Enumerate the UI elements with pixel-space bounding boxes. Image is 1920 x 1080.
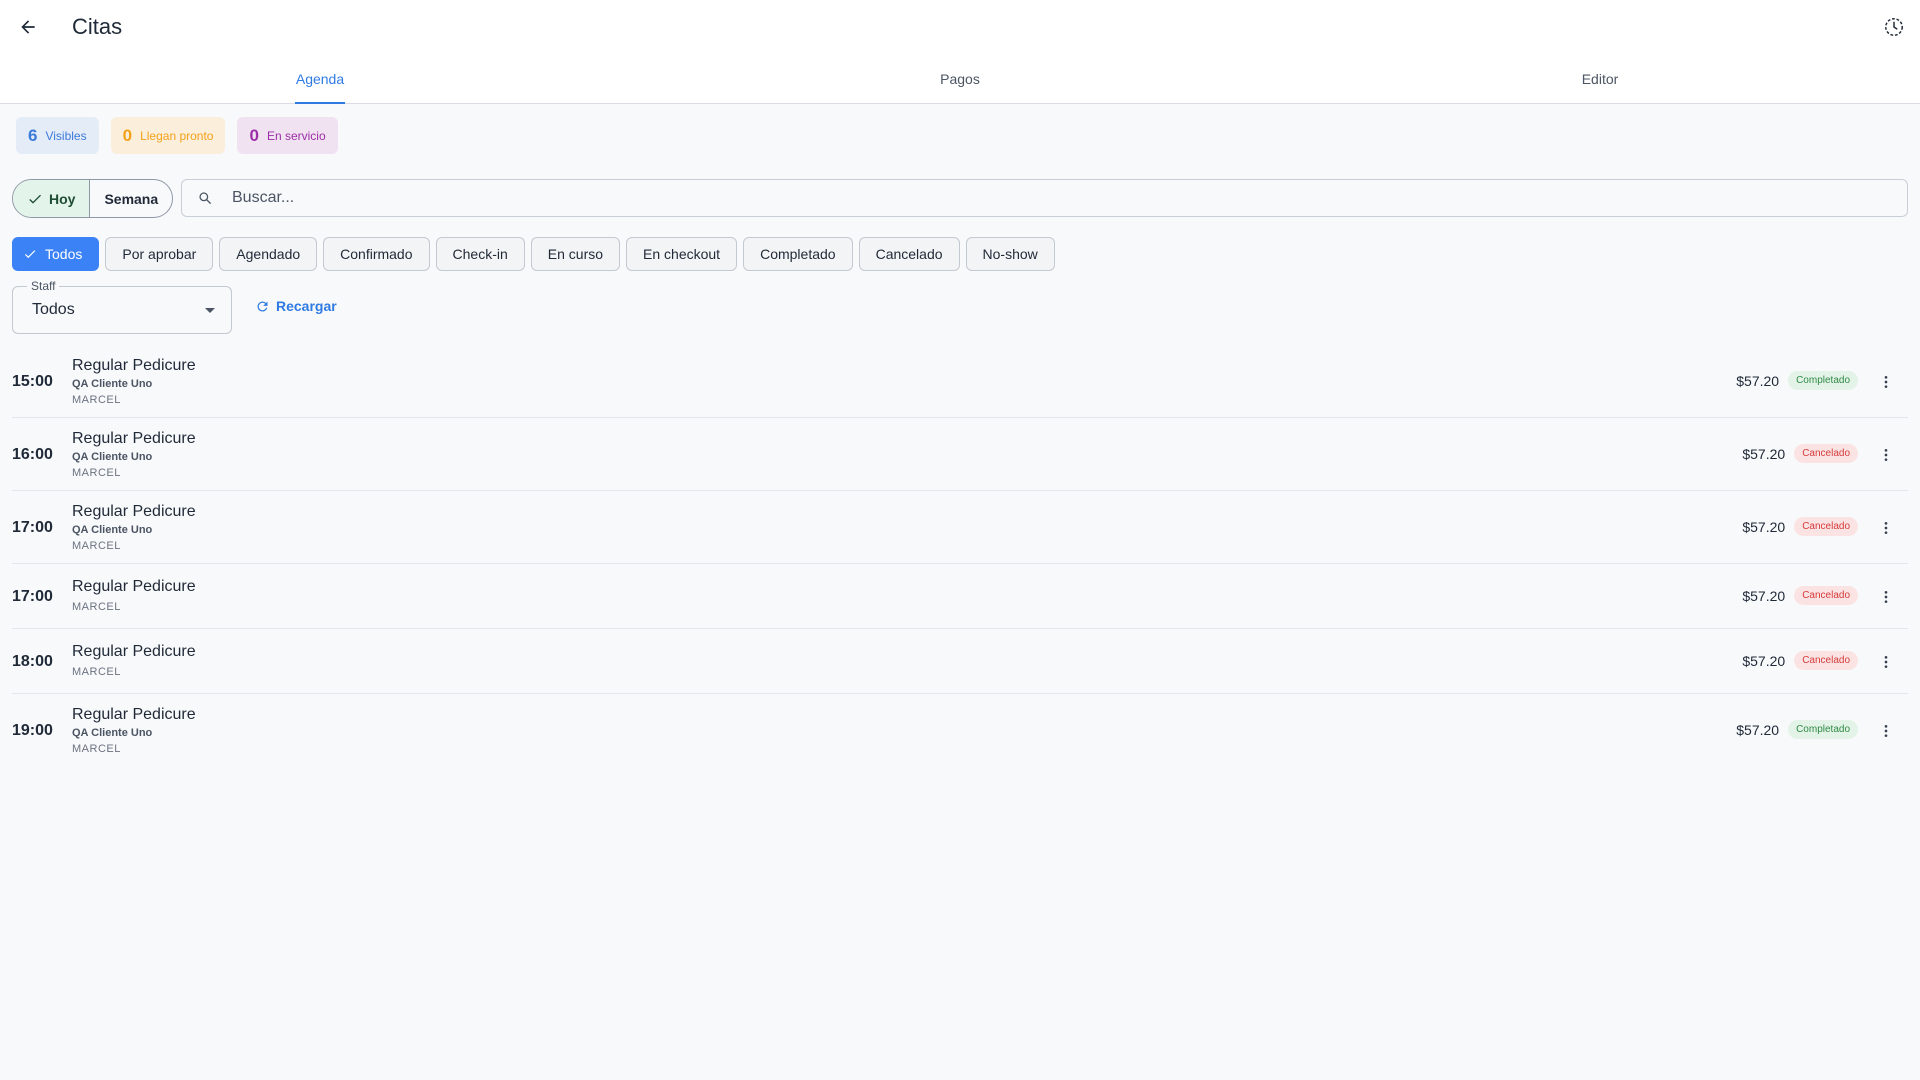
counter-value: 6 <box>28 125 38 145</box>
tab-bar: Agenda Pagos Editor <box>0 55 1920 104</box>
appointment-price: $57.20 <box>1742 445 1786 462</box>
filter-chip-completado[interactable]: Completado <box>743 237 853 271</box>
range-toggle: Hoy Semana <box>12 179 174 218</box>
appointment-list: 15:00 Regular Pedicure QA Cliente Uno MA… <box>12 345 1908 767</box>
appointment-client: QA Cliente Uno <box>72 451 153 463</box>
appointment-row[interactable]: 15:00 Regular Pedicure QA Cliente Uno MA… <box>12 345 1908 418</box>
appointment-service: Regular Pedicure <box>72 503 196 520</box>
staff-select[interactable]: Staff Todos <box>12 279 232 334</box>
appointment-service: Regular Pedicure <box>72 430 196 447</box>
appointment-price: $57.20 <box>1736 372 1780 389</box>
appointment-service: Regular Pedicure <box>72 643 196 660</box>
filter-chip-label: Todos <box>45 246 83 262</box>
reload-button[interactable]: Recargar <box>255 298 337 314</box>
filter-chip-por-aprobar[interactable]: Por aprobar <box>105 237 214 271</box>
status-counters: 6 Visibles 0 Llegan pronto 0 En servicio <box>16 117 338 154</box>
filter-chip-no-show[interactable]: No-show <box>965 237 1055 271</box>
appointment-client: QA Cliente Uno <box>72 524 153 536</box>
tab-editor[interactable]: Editor <box>1280 55 1920 103</box>
filter-chip-agendado[interactable]: Agendado <box>219 237 318 271</box>
history-icon <box>1885 18 1903 36</box>
status-badge: Cancelado <box>1794 444 1858 463</box>
counter-label: Visibles <box>45 128 87 143</box>
counter-value: 0 <box>122 125 133 145</box>
status-badge: Completado <box>1788 720 1858 739</box>
caret-down-icon <box>205 308 215 313</box>
appointment-staff: MARCEL <box>72 743 121 755</box>
appointment-time: 16:00 <box>12 446 53 463</box>
appointment-client: QA Cliente Uno <box>72 727 153 739</box>
toggle-hoy[interactable]: Hoy <box>13 180 90 217</box>
filter-chip-en-curso[interactable]: En curso <box>530 237 621 271</box>
search-bar <box>181 179 1908 217</box>
counter-llegan-pronto: 0 Llegan pronto <box>110 117 226 154</box>
history-button[interactable] <box>1878 11 1910 43</box>
search-input[interactable] <box>232 189 1732 207</box>
reload-label: Recargar <box>276 298 337 314</box>
filter-chip-confirmado[interactable]: Confirmado <box>323 237 430 271</box>
tab-pagos[interactable]: Pagos <box>640 55 1280 103</box>
filter-chip-check-in[interactable]: Check-in <box>435 237 525 271</box>
back-button[interactable] <box>12 11 44 43</box>
staff-select-label: Staff <box>27 279 60 293</box>
counter-label: Llegan pronto <box>140 128 214 143</box>
staff-select-value: Todos <box>32 301 75 318</box>
appointment-time: 15:00 <box>12 373 53 390</box>
status-badge: Cancelado <box>1794 517 1858 536</box>
appointment-service: Regular Pedicure <box>72 357 196 374</box>
more-vert-icon[interactable] <box>1874 370 1898 394</box>
more-vert-icon[interactable] <box>1874 443 1898 467</box>
status-badge: Cancelado <box>1794 586 1858 605</box>
more-vert-icon[interactable] <box>1874 719 1898 743</box>
appointment-staff: MARCEL <box>72 601 121 613</box>
arrow-left-icon <box>21 20 35 34</box>
appointment-time: 17:00 <box>12 519 53 536</box>
appointment-service: Regular Pedicure <box>72 706 196 723</box>
appointment-price: $57.20 <box>1742 652 1786 669</box>
search-icon <box>198 190 214 206</box>
more-vert-icon[interactable] <box>1874 585 1898 609</box>
toggle-semana[interactable]: Semana <box>89 180 172 217</box>
appointment-client: QA Cliente Uno <box>72 378 153 390</box>
appointment-row[interactable]: 19:00 Regular Pedicure QA Cliente Uno MA… <box>12 694 1908 767</box>
appointment-row[interactable]: 18:00 Regular Pedicure MARCEL $57.20 Can… <box>12 629 1908 694</box>
appointment-staff: MARCEL <box>72 394 121 406</box>
appointment-price: $57.20 <box>1736 721 1780 738</box>
check-icon <box>29 194 41 204</box>
check-icon <box>24 250 36 259</box>
appointment-row[interactable]: 16:00 Regular Pedicure QA Cliente Uno MA… <box>12 418 1908 491</box>
counter-visibles: 6 Visibles <box>16 117 99 154</box>
filter-chip-en-checkout[interactable]: En checkout <box>626 237 738 271</box>
tab-agenda[interactable]: Agenda <box>0 55 640 103</box>
appointment-staff: MARCEL <box>72 540 121 552</box>
appointment-time: 18:00 <box>12 653 53 670</box>
appointment-time: 19:00 <box>12 722 53 739</box>
toggle-hoy-label: Hoy <box>49 190 76 207</box>
filter-chip-cancelado[interactable]: Cancelado <box>858 237 960 271</box>
appointment-price: $57.20 <box>1742 518 1786 535</box>
appointment-row[interactable]: 17:00 Regular Pedicure MARCEL $57.20 Can… <box>12 564 1908 629</box>
status-badge: Completado <box>1788 371 1858 390</box>
counter-en-servicio: 0 En servicio <box>237 117 338 154</box>
toggle-semana-label: Semana <box>104 190 159 207</box>
filter-chip-todos[interactable]: Todos <box>12 237 100 271</box>
appointment-row[interactable]: 17:00 Regular Pedicure QA Cliente Uno MA… <box>12 491 1908 564</box>
appointment-price: $57.20 <box>1742 587 1786 604</box>
page-title: Citas <box>72 14 123 39</box>
appointment-time: 17:00 <box>12 588 53 605</box>
counter-value: 0 <box>249 125 259 145</box>
refresh-icon <box>257 301 268 311</box>
app-bar: Citas <box>0 0 1920 55</box>
counter-label: En servicio <box>266 128 326 143</box>
more-vert-icon[interactable] <box>1874 516 1898 540</box>
appointment-staff: MARCEL <box>72 666 121 678</box>
status-badge: Cancelado <box>1794 651 1858 670</box>
status-filter-chips: Todos Por aprobar Agendado Confirmado Ch… <box>12 237 1055 271</box>
more-vert-icon[interactable] <box>1874 650 1898 674</box>
appointment-service: Regular Pedicure <box>72 578 196 595</box>
appointment-staff: MARCEL <box>72 467 121 479</box>
